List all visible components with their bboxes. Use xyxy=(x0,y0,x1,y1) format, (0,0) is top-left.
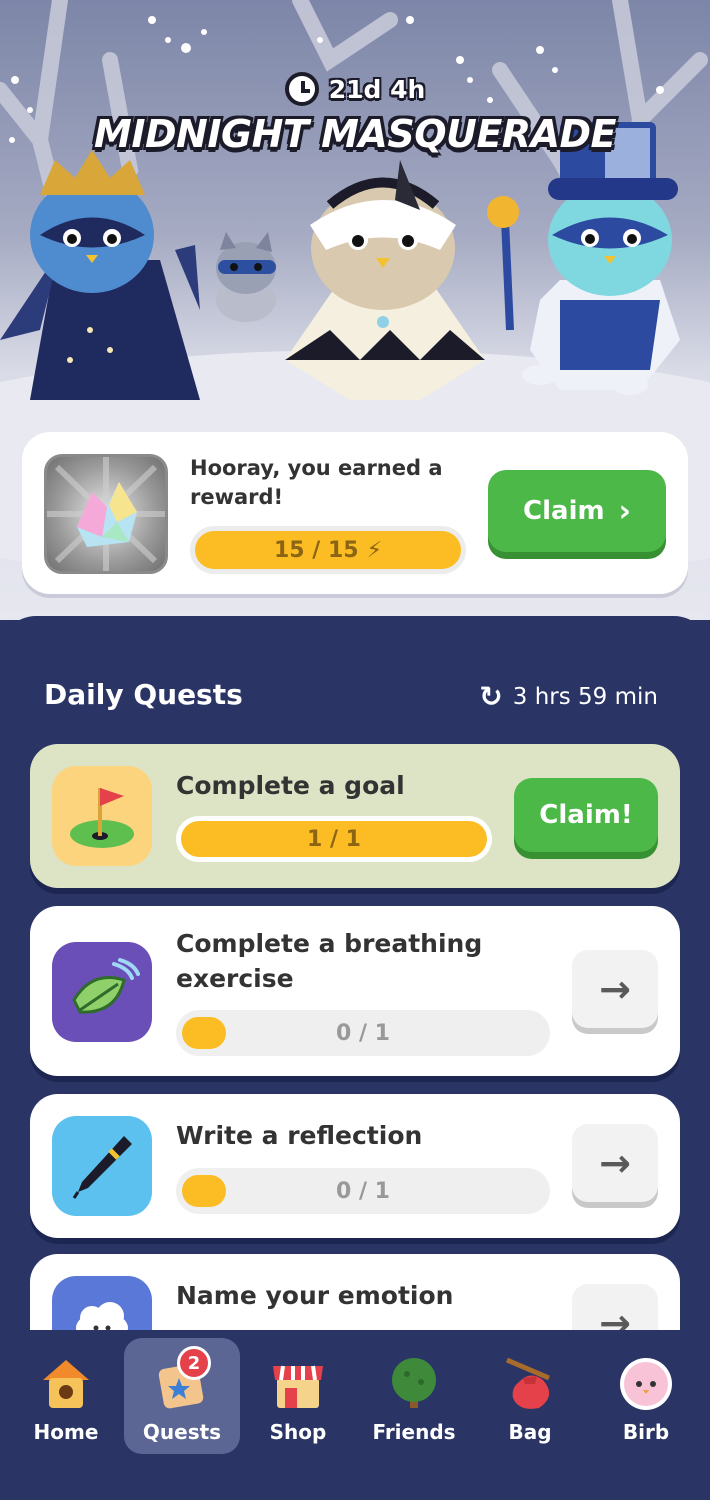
quest-progress-text: 0 / 1 xyxy=(336,1020,390,1046)
quest-title: Write a reflection xyxy=(176,1121,423,1150)
golf-flag-icon xyxy=(52,766,152,866)
bag-icon xyxy=(499,1352,561,1414)
quest-progress-text: 1 / 1 xyxy=(307,826,361,852)
claim-reward-label: Claim xyxy=(523,496,605,526)
bottom-tab-bar: Home 2 Quests Shop Friends Bag Birb xyxy=(0,1330,710,1500)
reward-progress-text: 15 / 15 xyxy=(273,537,359,563)
quest-card-write-reflection[interactable]: Write a reflection 0 / 1 → xyxy=(30,1094,680,1238)
tab-label: Shop xyxy=(269,1420,327,1444)
claim-reward-button[interactable]: Claim › xyxy=(488,470,666,552)
event-timer-text: 21d 4h xyxy=(328,74,426,104)
quest-title: Name your emotion xyxy=(176,1281,454,1310)
event-banner: 21d 4h MIDNIGHT MASQUERADE Hooray, you e… xyxy=(0,0,710,620)
arrow-right-icon[interactable]: → xyxy=(572,950,658,1028)
left-bird-character xyxy=(0,150,200,400)
quest-progress-bar: 1 / 1 xyxy=(176,816,492,862)
tab-label: Quests xyxy=(142,1420,222,1444)
clock-icon xyxy=(284,72,319,106)
birdhouse-icon xyxy=(35,1352,97,1414)
middle-bird-character xyxy=(285,160,485,400)
quest-card-complete-goal: Complete a goal 1 / 1 Claim! xyxy=(30,744,680,888)
tab-friends[interactable]: Friends xyxy=(356,1338,472,1454)
tab-label: Friends xyxy=(372,1420,456,1444)
quest-title: Complete a goal xyxy=(176,771,405,800)
tab-label: Bag xyxy=(508,1420,552,1444)
tab-shop[interactable]: Shop xyxy=(240,1338,356,1454)
tab-label: Birb xyxy=(622,1420,670,1444)
quest-count-badge: 2 xyxy=(177,1346,211,1380)
daily-reset-timer: ↻ 3 hrs 59 min xyxy=(479,680,658,713)
reward-progress-fill: 15 / 15 ⚡ xyxy=(195,531,461,569)
event-title: MIDNIGHT MASQUERADE xyxy=(94,112,616,156)
reward-card: Hooray, you earned a reward! 15 / 15 ⚡ C… xyxy=(22,432,688,594)
refresh-icon: ↻ xyxy=(479,680,503,713)
daily-quests-title: Daily Quests xyxy=(44,678,243,711)
tree-icon xyxy=(383,1352,445,1414)
claim-quest-button[interactable]: Claim! xyxy=(514,778,658,852)
event-timer: 21d 4h xyxy=(0,72,710,106)
wolf-character xyxy=(216,232,276,322)
tab-label: Home xyxy=(33,1420,99,1444)
daily-reset-timer-text: 3 hrs 59 min xyxy=(512,683,658,710)
quest-progress-bar: 0 / 1 xyxy=(176,1168,550,1214)
tab-home[interactable]: Home xyxy=(8,1338,124,1454)
arrow-right-icon[interactable]: → xyxy=(572,1124,658,1202)
reward-progress-bar: 15 / 15 ⚡ xyxy=(190,526,466,574)
quest-title: Complete a breathing exercise xyxy=(176,929,483,993)
chevron-right-icon: › xyxy=(618,493,631,529)
tab-birb[interactable]: Birb xyxy=(588,1338,704,1454)
birb-icon xyxy=(615,1352,677,1414)
quest-card-breathing-exercise[interactable]: Complete a breathing exercise 0 / 1 → xyxy=(30,906,680,1076)
shop-icon xyxy=(267,1352,329,1414)
lightning-bolt-icon: ⚡ xyxy=(366,537,383,563)
leaf-wind-icon xyxy=(52,942,152,1042)
reward-message: Hooray, you earned a reward! xyxy=(190,456,443,509)
quest-progress-bar: 0 / 1 xyxy=(176,1010,550,1056)
right-bird-character xyxy=(487,122,680,395)
quest-progress-text: 0 / 1 xyxy=(336,1178,390,1204)
tab-quests[interactable]: 2 Quests xyxy=(124,1338,240,1454)
pen-icon xyxy=(52,1116,152,1216)
crystal-reward-icon xyxy=(44,454,168,574)
tab-bag[interactable]: Bag xyxy=(472,1338,588,1454)
quest-scroll-icon: 2 xyxy=(151,1346,213,1414)
